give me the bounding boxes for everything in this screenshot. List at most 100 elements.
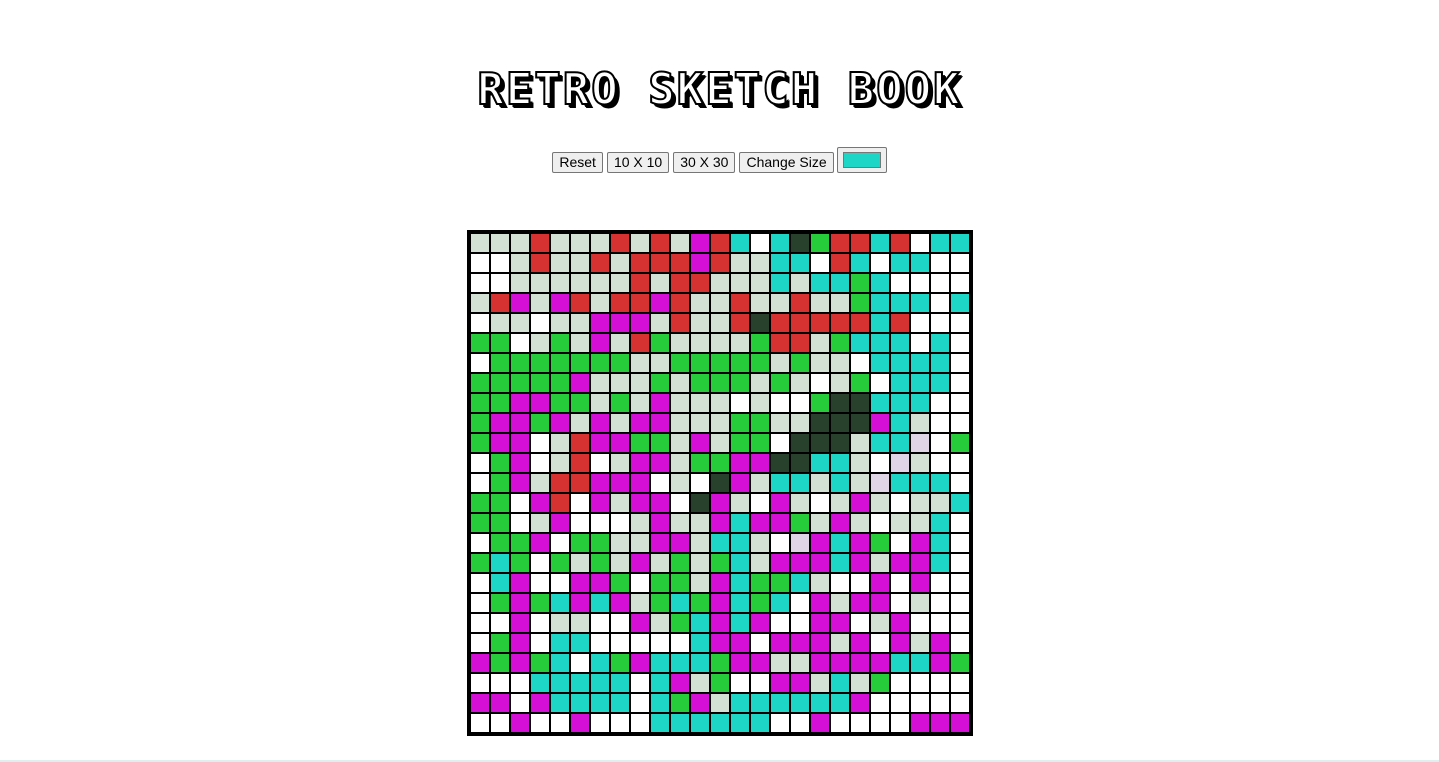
grid-cell[interactable] — [751, 314, 769, 332]
grid-cell[interactable] — [711, 574, 729, 592]
grid-cell[interactable] — [931, 234, 949, 252]
grid-cell[interactable] — [911, 494, 929, 512]
grid-cell[interactable] — [811, 614, 829, 632]
grid-cell[interactable] — [531, 634, 549, 652]
grid-cell[interactable] — [931, 634, 949, 652]
grid-cell[interactable] — [631, 254, 649, 272]
grid-cell[interactable] — [511, 334, 529, 352]
grid-cell[interactable] — [891, 374, 909, 392]
grid-cell[interactable] — [491, 634, 509, 652]
grid-cell[interactable] — [511, 414, 529, 432]
grid-cell[interactable] — [531, 554, 549, 572]
grid-cell[interactable] — [611, 514, 629, 532]
grid-cell[interactable] — [551, 514, 569, 532]
grid-cell[interactable] — [591, 474, 609, 492]
grid-cell[interactable] — [631, 454, 649, 472]
grid-cell[interactable] — [751, 474, 769, 492]
grid-cell[interactable] — [911, 454, 929, 472]
grid-cell[interactable] — [931, 354, 949, 372]
grid-cell[interactable] — [791, 514, 809, 532]
grid-cell[interactable] — [491, 314, 509, 332]
grid-cell[interactable] — [931, 314, 949, 332]
grid-cell[interactable] — [771, 254, 789, 272]
grid-cell[interactable] — [631, 394, 649, 412]
grid-cell[interactable] — [871, 314, 889, 332]
grid-cell[interactable] — [771, 454, 789, 472]
grid-cell[interactable] — [631, 474, 649, 492]
grid-cell[interactable] — [791, 314, 809, 332]
grid-cell[interactable] — [511, 574, 529, 592]
grid-cell[interactable] — [791, 234, 809, 252]
grid-cell[interactable] — [571, 574, 589, 592]
grid-cell[interactable] — [731, 714, 749, 732]
grid-cell[interactable] — [751, 534, 769, 552]
grid-cell[interactable] — [671, 634, 689, 652]
grid-cell[interactable] — [931, 714, 949, 732]
grid-cell[interactable] — [571, 434, 589, 452]
grid-cell[interactable] — [531, 494, 549, 512]
grid-cell[interactable] — [471, 514, 489, 532]
grid-cell[interactable] — [571, 314, 589, 332]
grid-cell[interactable] — [671, 374, 689, 392]
grid-cell[interactable] — [911, 354, 929, 372]
grid-cell[interactable] — [631, 674, 649, 692]
grid-cell[interactable] — [951, 414, 969, 432]
grid-cell[interactable] — [851, 574, 869, 592]
grid-cell[interactable] — [771, 674, 789, 692]
grid-cell[interactable] — [531, 414, 549, 432]
grid-cell[interactable] — [671, 614, 689, 632]
grid-cell[interactable] — [591, 654, 609, 672]
grid-cell[interactable] — [871, 294, 889, 312]
grid-cell[interactable] — [631, 594, 649, 612]
grid-cell[interactable] — [911, 334, 929, 352]
grid-cell[interactable] — [731, 594, 749, 612]
grid-cell[interactable] — [651, 634, 669, 652]
grid-cell[interactable] — [891, 654, 909, 672]
grid-cell[interactable] — [611, 234, 629, 252]
grid-cell[interactable] — [551, 274, 569, 292]
grid-cell[interactable] — [511, 394, 529, 412]
grid-cell[interactable] — [571, 614, 589, 632]
grid-cell[interactable] — [611, 414, 629, 432]
grid-cell[interactable] — [791, 674, 809, 692]
grid-cell[interactable] — [611, 554, 629, 572]
grid-cell[interactable] — [591, 454, 609, 472]
grid-cell[interactable] — [951, 334, 969, 352]
grid-cell[interactable] — [911, 314, 929, 332]
grid-cell[interactable] — [951, 354, 969, 372]
grid-cell[interactable] — [811, 554, 829, 572]
grid-cell[interactable] — [531, 334, 549, 352]
grid-cell[interactable] — [651, 694, 669, 712]
grid-cell[interactable] — [651, 714, 669, 732]
grid-cell[interactable] — [871, 374, 889, 392]
grid-cell[interactable] — [891, 254, 909, 272]
grid-cell[interactable] — [631, 314, 649, 332]
grid-cell[interactable] — [491, 354, 509, 372]
grid-cell[interactable] — [811, 514, 829, 532]
grid-cell[interactable] — [891, 354, 909, 372]
grid-cell[interactable] — [671, 394, 689, 412]
grid-cell[interactable] — [511, 614, 529, 632]
grid-cell[interactable] — [471, 494, 489, 512]
grid-cell[interactable] — [831, 374, 849, 392]
grid-cell[interactable] — [571, 234, 589, 252]
grid-cell[interactable] — [511, 694, 529, 712]
grid-cell[interactable] — [751, 654, 769, 672]
grid-cell[interactable] — [571, 294, 589, 312]
grid-cell[interactable] — [891, 434, 909, 452]
grid-cell[interactable] — [851, 394, 869, 412]
grid-cell[interactable] — [731, 674, 749, 692]
grid-cell[interactable] — [471, 574, 489, 592]
grid-cell[interactable] — [551, 614, 569, 632]
grid-cell[interactable] — [851, 454, 869, 472]
grid-cell[interactable] — [831, 574, 849, 592]
grid-cell[interactable] — [831, 234, 849, 252]
grid-cell[interactable] — [471, 434, 489, 452]
grid-cell[interactable] — [471, 294, 489, 312]
grid-cell[interactable] — [591, 694, 609, 712]
grid-cell[interactable] — [531, 234, 549, 252]
grid-cell[interactable] — [791, 394, 809, 412]
grid-cell[interactable] — [671, 434, 689, 452]
grid-cell[interactable] — [611, 694, 629, 712]
grid-cell[interactable] — [711, 434, 729, 452]
